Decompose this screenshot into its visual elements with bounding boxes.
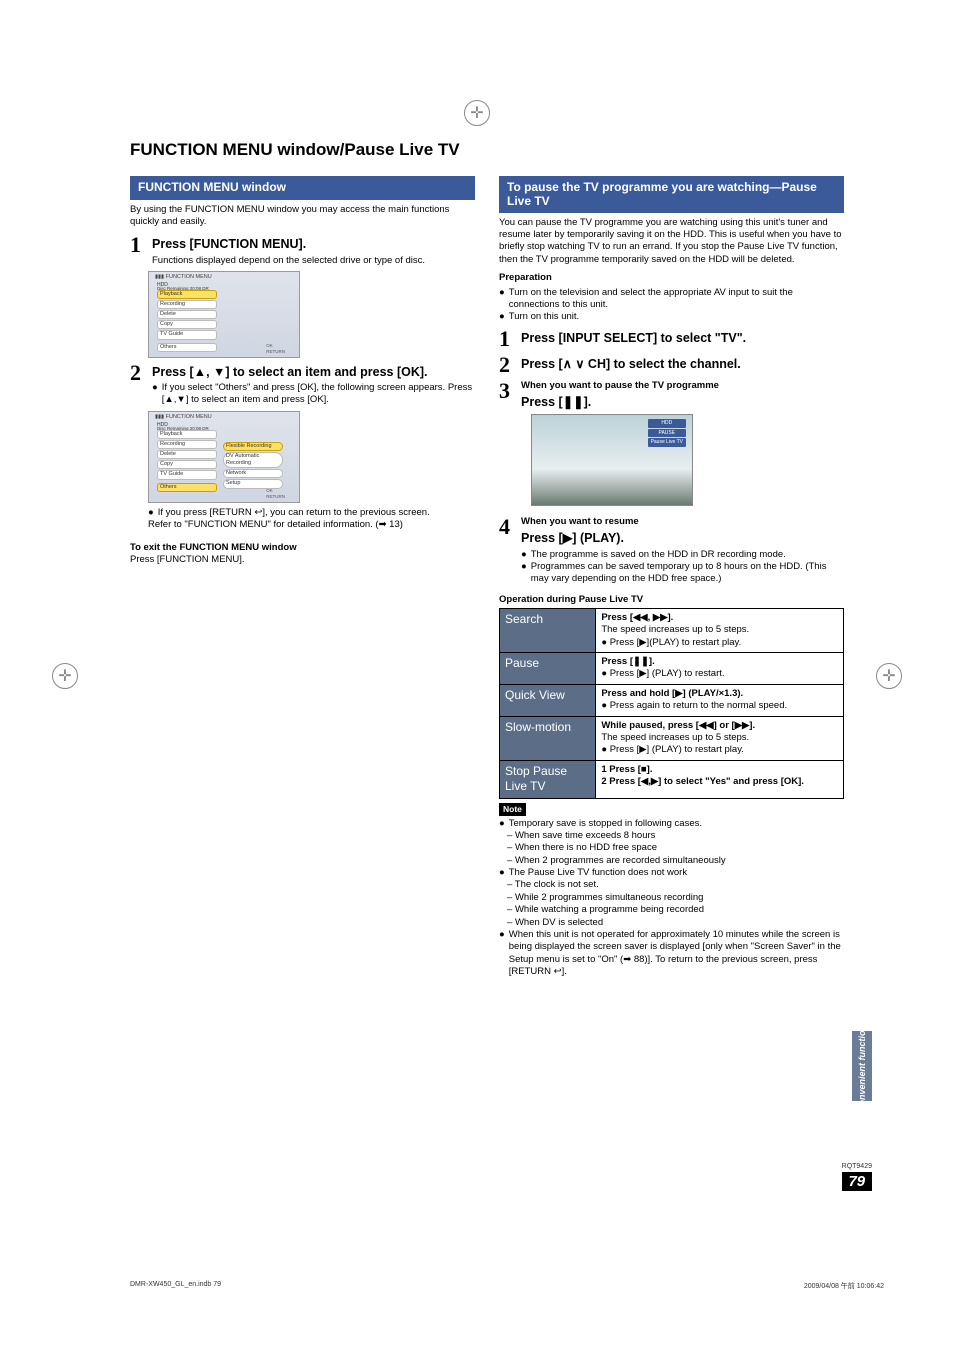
page-number: 79 [842,1172,872,1191]
op-label-search: Search [500,609,596,653]
screenshot-1: ▮▮▮ FUNCTION MENU HDD Disc Remaining 20:… [148,271,300,358]
step-number-2: 2 [130,362,144,384]
right-column: To pause the TV programme you are watchi… [499,170,844,978]
right-intro: You can pause the TV programme you are w… [499,217,844,266]
prep-head: Preparation [499,272,844,284]
tv-screenshot: HDD PAUSE Pause Live TV [531,414,693,506]
note-d1: When save time exceeds 8 hours [515,830,655,841]
op-label-quickview: Quick View [500,684,596,716]
footer-right: 2009/04/08 午前 10:06:42 [804,1281,884,1291]
r-step1-title: Press [INPUT SELECT] to select "TV". [521,330,844,346]
r-step-number-2: 2 [499,354,513,376]
r-step-number-3: 3 [499,380,513,402]
note-d6: While watching a programme being recorde… [515,904,704,915]
crop-mark-top [464,100,490,126]
r-step2-title: Press [∧ ∨ CH] to select the channel. [521,356,844,372]
rqt-code: RQT9429 [842,1163,872,1170]
note-d5: While 2 programmes simultaneous recordin… [515,892,704,903]
left-column: FUNCTION MENU window By using the FUNCTI… [130,170,475,978]
crop-mark-left [52,663,78,689]
note-label: Note [499,803,526,816]
note-d7: When DV is selected [515,917,603,928]
note-b3: When this unit is not operated for appro… [509,929,844,978]
step2-bullet1: If you select "Others" and press [OK], t… [162,382,475,407]
crop-mark-right [876,663,902,689]
r-step-number-4: 4 [499,516,513,538]
r-step4-b2: Programmes can be saved temporary up to … [531,561,844,586]
step-number-1: 1 [130,234,144,256]
note-d3: When 2 programmes are recorded simultane… [515,855,726,866]
left-intro: By using the FUNCTION MENU window you ma… [130,204,475,229]
ops-table: Search Press [◀◀, ▶▶]. The speed increas… [499,608,844,799]
screenshot-2: ▮▮▮ FUNCTION MENU HDD Disc Remaining 20:… [148,411,300,503]
prep-b1: Turn on the television and select the ap… [509,287,844,312]
side-tab: Convenient functions [852,1031,872,1101]
step1-title: Press [FUNCTION MENU]. [152,236,475,252]
r-step3-title: Press [❚❚]. [521,394,844,410]
after2-ref: Refer to "FUNCTION MENU" for detailed in… [148,519,475,531]
op-label-pause: Pause [500,653,596,685]
ops-head: Operation during Pause Live TV [499,594,844,606]
exit-head: To exit the FUNCTION MENU window [130,542,475,554]
heading-pause-live-tv: To pause the TV programme you are watchi… [499,176,844,213]
note-d2: When there is no HDD free space [515,842,657,853]
note-d4: The clock is not set. [515,879,599,890]
page-number-box: RQT9429 79 [842,1163,872,1191]
r-step-number-1: 1 [499,328,513,350]
op-label-stoppause: Stop Pause Live TV [500,760,596,798]
note-b1: Temporary save is stopped in following c… [509,818,702,830]
r-step4-title: Press [▶] (PLAY). [521,530,844,546]
page-title: FUNCTION MENU window/Pause Live TV [130,140,844,160]
prep-b2: Turn on this unit. [509,311,579,323]
note-b2: The Pause Live TV function does not work [509,867,687,879]
r-step4-small: When you want to resume [521,516,844,528]
r-step3-small: When you want to pause the TV programme [521,380,844,392]
r-step4-b1: The programme is saved on the HDD in DR … [531,549,786,561]
op-label-slowmotion: Slow-motion [500,716,596,760]
after2-b1: If you press [RETURN ↩], you can return … [158,507,430,519]
step1-desc: Functions displayed depend on the select… [152,255,475,267]
step2-title: Press [▲, ▼] to select an item and press… [152,364,475,380]
footer-left: DMR-XW450_GL_en.indb 79 [130,1281,221,1291]
heading-function-menu: FUNCTION MENU window [130,176,475,200]
exit-body: Press [FUNCTION MENU]. [130,554,475,566]
